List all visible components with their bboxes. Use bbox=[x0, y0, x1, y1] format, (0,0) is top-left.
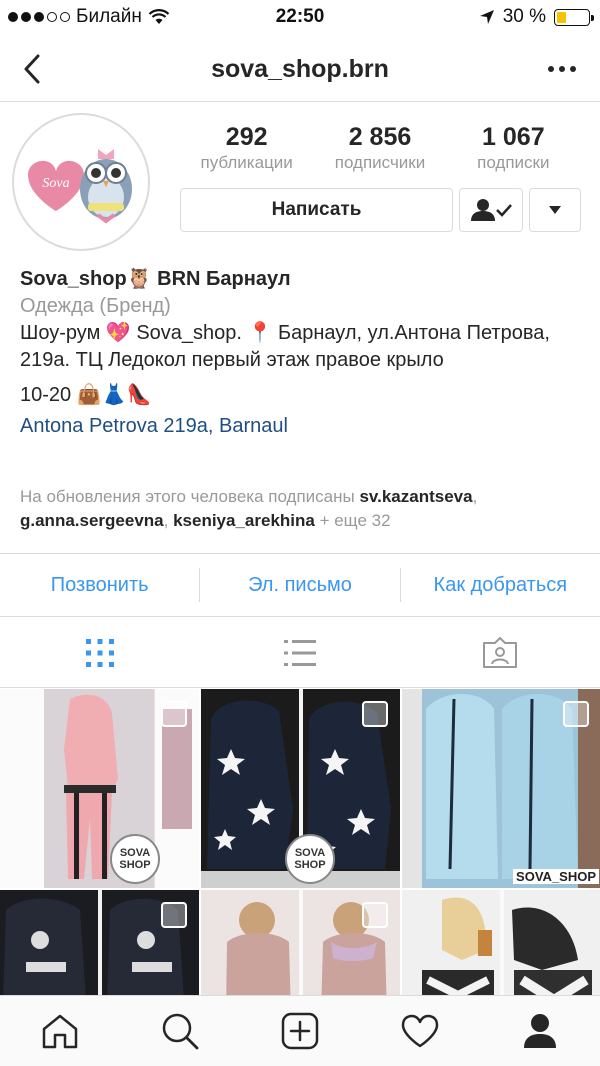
tab-profile[interactable] bbox=[480, 996, 600, 1066]
battery-icon bbox=[554, 8, 594, 26]
battery-info: 30 % bbox=[479, 6, 594, 28]
photo-thumbnail[interactable] bbox=[402, 890, 600, 995]
contact-options: Позвонить Эл. письмо Как добраться bbox=[0, 553, 600, 617]
photo-thumbnail[interactable]: SOVA SHOP bbox=[0, 689, 199, 888]
email-button[interactable]: Эл. письмо bbox=[200, 574, 399, 597]
followers-count: 2 856 bbox=[348, 123, 412, 151]
followed-user-link[interactable]: sv.kazantseva bbox=[359, 487, 472, 506]
location-link[interactable]: Antona Petrova 219a, Barnaul bbox=[20, 413, 580, 440]
tab-home[interactable] bbox=[0, 996, 120, 1066]
list-icon bbox=[284, 639, 316, 666]
profile-bio: Sova_shop🦉 BRN Барнаул Одежда (Бренд) Шо… bbox=[20, 266, 580, 440]
followers-stat[interactable]: 2 856 подписчики bbox=[313, 122, 446, 174]
add-post-icon bbox=[281, 1012, 319, 1050]
posts-label: публикации bbox=[200, 153, 293, 172]
followed-by[interactable]: На обновления этого человека подписаны s… bbox=[20, 485, 580, 533]
tab-grid[interactable] bbox=[0, 618, 200, 687]
following-stat[interactable]: 1 067 подписки bbox=[447, 122, 580, 174]
battery-percent: 30 % bbox=[502, 6, 546, 27]
more-options-icon[interactable] bbox=[548, 66, 576, 72]
followed-by-prefix: На обновления этого человека подписаны bbox=[20, 487, 360, 506]
select-checkbox[interactable] bbox=[161, 902, 187, 928]
watermark-label: SOVA_SHOP bbox=[513, 869, 599, 884]
select-checkbox[interactable] bbox=[362, 902, 388, 928]
view-tabs bbox=[0, 618, 600, 688]
directions-button[interactable]: Как добраться bbox=[401, 574, 600, 597]
following-count: 1 067 bbox=[482, 123, 545, 151]
following-label: подписки bbox=[477, 153, 550, 172]
tab-search[interactable] bbox=[120, 996, 240, 1066]
bottom-tab-bar bbox=[0, 995, 600, 1066]
profile-icon bbox=[524, 1014, 556, 1048]
following-button[interactable] bbox=[459, 188, 523, 232]
grid-icon bbox=[86, 638, 114, 667]
posts-stat[interactable]: 292 публикации bbox=[180, 122, 313, 174]
photo-thumbnail[interactable] bbox=[0, 890, 199, 995]
profile-name: Sova_shop🦉 BRN Барнаул bbox=[20, 268, 291, 290]
tab-list[interactable] bbox=[200, 618, 400, 687]
photo-thumbnail[interactable]: SOVA SHOP bbox=[201, 689, 400, 888]
heart-icon bbox=[401, 1014, 439, 1048]
photo-thumbnail[interactable] bbox=[201, 890, 400, 995]
tab-activity[interactable] bbox=[360, 996, 480, 1066]
call-button[interactable]: Позвонить bbox=[0, 574, 199, 597]
caret-down-icon bbox=[549, 206, 561, 214]
photo-grid: SOVA SHOP SOVA SHOP SOVA_SHOP bbox=[0, 689, 600, 995]
profile-stats: 292 публикации 2 856 подписчики 1 067 по… bbox=[180, 122, 580, 174]
watermark-badge: SOVA SHOP bbox=[285, 834, 335, 884]
page-title: sova_shop.brn bbox=[211, 55, 389, 83]
photo-thumbnail[interactable]: SOVA_SHOP bbox=[402, 689, 600, 888]
followed-user-link[interactable]: g.anna.sergeevna bbox=[20, 511, 164, 530]
home-icon bbox=[42, 1014, 78, 1049]
navigation-bar: sova_shop.brn bbox=[0, 38, 600, 102]
location-arrow-icon bbox=[479, 10, 494, 24]
photo-image bbox=[402, 890, 600, 995]
followed-more: + еще 32 bbox=[314, 511, 391, 530]
owl-logo: Sova bbox=[18, 119, 144, 245]
bio-hours: 10-20 👜👗👠 bbox=[20, 384, 152, 406]
posts-count: 292 bbox=[225, 123, 268, 151]
tab-new-post[interactable] bbox=[240, 996, 360, 1066]
message-button[interactable]: Написать bbox=[180, 188, 453, 232]
followers-label: подписчики bbox=[334, 153, 426, 172]
avatar: Sova bbox=[12, 113, 150, 251]
bio-description: Шоу-рум 💖 Sova_shop. 📍 Барнаул, ул.Антон… bbox=[20, 322, 550, 371]
tagged-photos-icon bbox=[483, 636, 517, 668]
search-icon bbox=[162, 1013, 199, 1050]
status-bar: Билайн 22:50 30 % bbox=[0, 0, 600, 38]
followed-user-link[interactable]: kseniya_arekhina bbox=[173, 511, 315, 530]
suggestions-dropdown-button[interactable] bbox=[529, 188, 581, 232]
watermark-badge: SOVA SHOP bbox=[110, 834, 160, 884]
select-checkbox[interactable] bbox=[362, 701, 388, 727]
profile-category: Одежда (Бренд) bbox=[20, 295, 171, 317]
user-check-icon bbox=[471, 199, 512, 221]
tab-tagged[interactable] bbox=[400, 618, 600, 687]
select-checkbox[interactable] bbox=[161, 701, 187, 727]
select-checkbox[interactable] bbox=[563, 701, 589, 727]
svg-text:Sova: Sova bbox=[42, 176, 69, 191]
